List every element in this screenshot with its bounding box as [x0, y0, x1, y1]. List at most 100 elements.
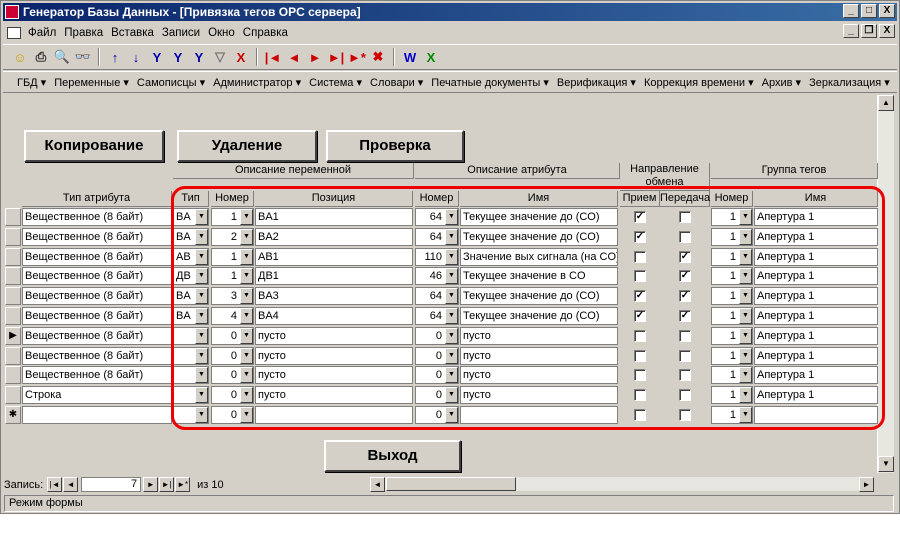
chevron-down-icon[interactable]: ▼	[445, 308, 458, 324]
filter-form-icon[interactable]: Y	[169, 48, 187, 66]
scroll-thumb[interactable]	[386, 477, 516, 491]
chevron-down-icon[interactable]: ▼	[445, 209, 458, 225]
chevron-down-icon[interactable]: ▼	[445, 248, 458, 265]
attr-name-cell[interactable]: Текущее значение до (CO)	[460, 287, 618, 306]
send-checkbox[interactable]	[679, 349, 691, 362]
excel-icon[interactable]: X	[422, 48, 440, 66]
chevron-down-icon[interactable]: ▼	[240, 308, 253, 324]
chevron-down-icon[interactable]: ▼	[195, 268, 208, 285]
chevron-down-icon[interactable]: ▼	[445, 327, 458, 344]
position-cell[interactable]: BA4	[255, 307, 413, 325]
scroll-left-icon[interactable]: ◄	[370, 477, 385, 492]
position-cell[interactable]: BA3	[255, 287, 413, 306]
scroll-down-icon[interactable]: ▼	[878, 456, 894, 472]
position-cell[interactable]: пусто	[255, 366, 413, 385]
chevron-down-icon[interactable]: ▼	[445, 288, 458, 305]
chevron-down-icon[interactable]: ▼	[195, 228, 208, 245]
custom-menu-4[interactable]: Система ▾	[305, 76, 366, 89]
chevron-down-icon[interactable]: ▼	[240, 268, 253, 285]
chevron-down-icon[interactable]: ▼	[240, 327, 253, 344]
custom-menu-3[interactable]: Администратор ▾	[209, 76, 305, 89]
chevron-down-icon[interactable]: ▼	[445, 367, 458, 384]
attr-type-cell[interactable]: Строка	[22, 386, 172, 405]
maximize-button[interactable]: □	[861, 4, 877, 18]
chevron-down-icon[interactable]: ▼	[195, 327, 208, 344]
chevron-down-icon[interactable]: ▼	[195, 308, 208, 324]
scroll-up-icon[interactable]: ▲	[878, 95, 894, 111]
custom-menu-5[interactable]: Словари ▾	[366, 76, 427, 89]
receive-checkbox[interactable]: ✓	[634, 230, 646, 243]
receive-checkbox[interactable]	[634, 250, 646, 263]
print-icon[interactable]: ⎙	[32, 48, 50, 66]
chevron-down-icon[interactable]: ▼	[240, 288, 253, 305]
chevron-down-icon[interactable]: ▼	[240, 228, 253, 245]
receive-checkbox[interactable]	[634, 369, 646, 382]
row-selector[interactable]	[5, 287, 21, 306]
row-selector[interactable]	[5, 267, 21, 286]
form-icon[interactable]	[7, 26, 21, 39]
row-selector[interactable]	[5, 386, 21, 405]
attr-name-cell[interactable]: Значение вых сигнала (на CO)	[460, 247, 618, 266]
send-checkbox[interactable]: ✓	[679, 310, 691, 322]
attr-name-cell[interactable]: пусто	[460, 346, 618, 365]
position-cell[interactable]: BA2	[255, 227, 413, 246]
receive-checkbox[interactable]	[634, 409, 646, 421]
send-checkbox[interactable]: ✓	[679, 270, 691, 283]
chevron-down-icon[interactable]: ▼	[739, 347, 752, 364]
group-name-cell[interactable]: Апертура 1	[754, 326, 878, 345]
mdi-restore-button[interactable]: ❐	[861, 24, 877, 38]
close-button[interactable]: X	[879, 4, 895, 18]
chevron-down-icon[interactable]: ▼	[195, 387, 208, 404]
copy-button[interactable]: Копирование	[24, 130, 164, 162]
custom-menu-6[interactable]: Печатные документы ▾	[427, 76, 553, 89]
chevron-down-icon[interactable]: ▼	[240, 248, 253, 265]
chevron-down-icon[interactable]: ▼	[739, 248, 752, 265]
custom-menu-1[interactable]: Переменные ▾	[50, 76, 133, 89]
send-checkbox[interactable]	[679, 230, 691, 243]
row-selector[interactable]	[5, 227, 21, 246]
receive-checkbox[interactable]	[634, 349, 646, 362]
record-number-input[interactable]: 7	[81, 477, 142, 492]
group-name-cell[interactable]: Апертура 1	[754, 267, 878, 286]
attr-type-cell[interactable]: Вещественное (8 байт)	[22, 307, 172, 325]
position-cell[interactable]: пусто	[255, 346, 413, 365]
delete-record-icon[interactable]: ✖	[369, 48, 387, 66]
receive-checkbox[interactable]	[634, 389, 646, 402]
menu-window[interactable]: Окно	[204, 27, 239, 39]
new-record-icon[interactable]: ►*	[348, 48, 366, 66]
position-cell[interactable]	[255, 406, 413, 424]
chevron-down-icon[interactable]: ▼	[739, 327, 752, 344]
attr-name-cell[interactable]: пусто	[460, 326, 618, 345]
remove-filter-icon[interactable]: ▽	[211, 48, 229, 66]
chevron-down-icon[interactable]: ▼	[445, 268, 458, 285]
receive-checkbox[interactable]: ✓	[634, 310, 646, 322]
prev-icon[interactable]: ◄	[285, 48, 303, 66]
exit-button[interactable]: Выход	[324, 440, 461, 472]
position-cell[interactable]: BA1	[255, 208, 413, 226]
custom-menu-8[interactable]: Коррекция времени ▾	[640, 76, 758, 89]
group-name-cell[interactable]: Апертура 1	[754, 287, 878, 306]
chevron-down-icon[interactable]: ▼	[739, 228, 752, 245]
first-record-icon[interactable]: |◄	[47, 477, 63, 492]
attr-name-cell[interactable]: Текущее значение до (CO)	[460, 227, 618, 246]
chevron-down-icon[interactable]: ▼	[240, 387, 253, 404]
chevron-down-icon[interactable]: ▼	[240, 407, 253, 423]
send-checkbox[interactable]	[679, 329, 691, 342]
chevron-down-icon[interactable]: ▼	[445, 347, 458, 364]
send-checkbox[interactable]	[679, 389, 691, 402]
horizontal-scrollbar[interactable]: ◄ ►	[369, 476, 875, 492]
chevron-down-icon[interactable]: ▼	[739, 268, 752, 285]
attr-type-cell[interactable]: Вещественное (8 байт)	[22, 366, 172, 385]
row-selector[interactable]	[5, 307, 21, 325]
menu-records[interactable]: Записи	[158, 27, 204, 39]
attr-type-cell[interactable]: Вещественное (8 байт)	[22, 208, 172, 226]
chevron-down-icon[interactable]: ▼	[195, 288, 208, 305]
apply-filter-icon[interactable]: Y	[190, 48, 208, 66]
group-name-cell[interactable]	[754, 406, 878, 424]
row-selector[interactable]	[5, 208, 21, 226]
last-icon[interactable]: ►|	[327, 48, 345, 66]
chevron-down-icon[interactable]: ▼	[739, 308, 752, 324]
chevron-down-icon[interactable]: ▼	[445, 228, 458, 245]
custom-menu-7[interactable]: Верификация ▾	[553, 76, 640, 89]
find-icon[interactable]: 👓	[74, 48, 92, 66]
